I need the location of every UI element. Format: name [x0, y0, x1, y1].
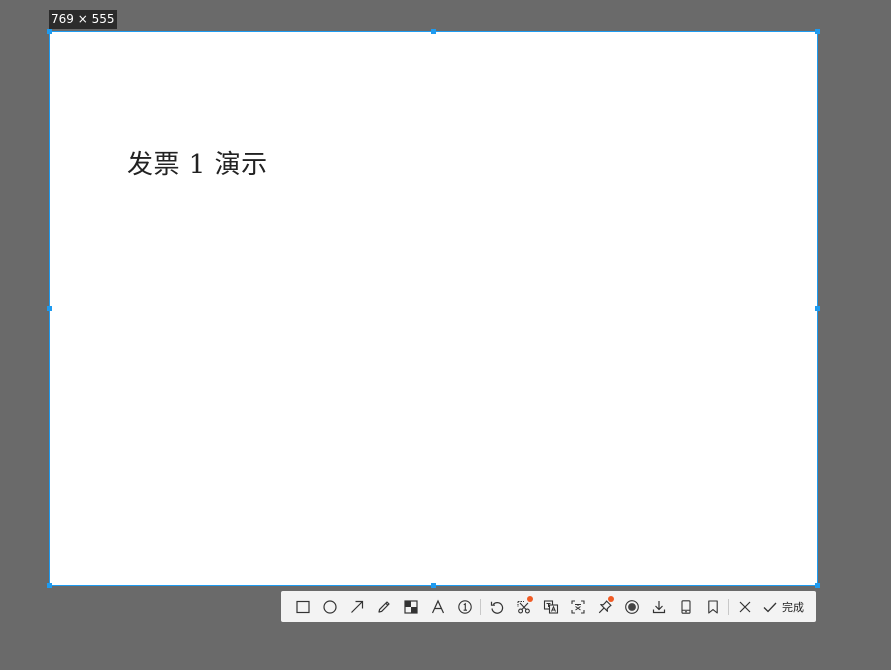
undo-button[interactable] — [483, 593, 510, 620]
download-icon — [652, 600, 665, 613]
new-feature-dot — [527, 596, 533, 602]
toolbar-separator — [728, 598, 729, 615]
resize-handle-bottom-left[interactable] — [47, 583, 52, 588]
resize-handle-top-right[interactable] — [815, 29, 820, 34]
arrow-tool-button[interactable] — [343, 593, 370, 620]
resize-handle-bottom[interactable] — [431, 583, 436, 588]
screenshot-stage: 769 × 555 发票 1 演示 完成 — [0, 0, 891, 670]
resize-handle-bottom-right[interactable] — [815, 583, 820, 588]
pencil-tool-button[interactable] — [370, 593, 397, 620]
cancel-button[interactable] — [731, 593, 758, 620]
send-to-phone-button[interactable] — [672, 593, 699, 620]
resize-handle-right[interactable] — [815, 306, 820, 311]
pencil-icon — [377, 600, 390, 613]
bookmark-icon — [707, 599, 718, 614]
translate-icon — [543, 599, 558, 614]
phone-icon — [680, 599, 691, 614]
check-icon — [763, 602, 777, 612]
number-marker-tool-button[interactable] — [451, 593, 478, 620]
arrow-icon — [350, 600, 363, 613]
ellipse-icon — [322, 599, 337, 614]
selection-size-badge: 769 × 555 — [49, 10, 117, 29]
capture-selection[interactable]: 发票 1 演示 — [47, 29, 820, 588]
ellipse-tool-button[interactable] — [316, 593, 343, 620]
record-icon — [624, 599, 639, 614]
scissors-tool-button[interactable] — [510, 593, 537, 620]
mosaic-icon — [403, 599, 418, 614]
close-icon — [739, 601, 750, 612]
record-button[interactable] — [618, 593, 645, 620]
download-button[interactable] — [645, 593, 672, 620]
new-feature-dot — [608, 596, 614, 602]
text-tool-button[interactable] — [424, 593, 451, 620]
rectangle-tool-button[interactable] — [289, 593, 316, 620]
ocr-icon — [570, 599, 585, 614]
rectangle-icon — [295, 600, 310, 613]
ocr-tool-button[interactable] — [564, 593, 591, 620]
resize-handle-top[interactable] — [431, 29, 436, 34]
undo-icon — [490, 601, 503, 614]
resize-handle-top-left[interactable] — [47, 29, 52, 34]
bookmark-button[interactable] — [699, 593, 726, 620]
translate-tool-button[interactable] — [537, 593, 564, 620]
mosaic-tool-button[interactable] — [397, 593, 424, 620]
pin-tool-button[interactable] — [591, 593, 618, 620]
text-icon — [431, 599, 444, 613]
number-marker-icon — [457, 599, 472, 614]
done-button-label: 完成 — [782, 600, 804, 614]
done-button[interactable]: 完成 — [758, 593, 810, 620]
resize-handle-left[interactable] — [47, 306, 52, 311]
toolbar-separator — [480, 598, 481, 615]
document-title: 发票 1 演示 — [127, 150, 268, 180]
annotation-toolbar: 完成 — [281, 591, 816, 622]
